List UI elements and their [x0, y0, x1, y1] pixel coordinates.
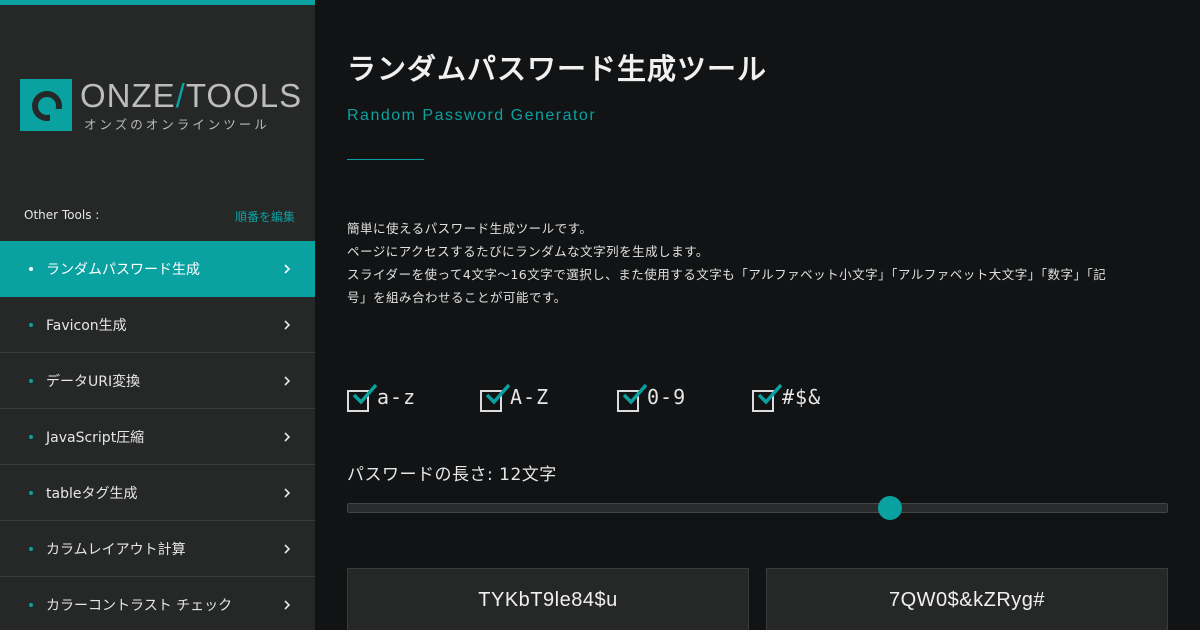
charset-options: a-z A-Z 0-9 #$& [347, 383, 947, 416]
description-line: スライダーを使って4文字〜16文字で選択し、また使用する文字も「アルファベット小… [347, 267, 1107, 282]
logo-icon [20, 79, 72, 131]
menu-item-color-contrast[interactable]: カラーコントラスト チェック [0, 577, 315, 630]
checkmark-icon [622, 383, 648, 405]
checkmark-icon [485, 383, 511, 405]
chevron-right-icon [284, 264, 291, 274]
generated-password[interactable]: TYKbT9le84$u [347, 568, 749, 630]
menu-item-favicon[interactable]: Favicon生成 [0, 297, 315, 353]
tool-menu: ランダムパスワード生成 Favicon生成 データURI変換 JavaScrip… [0, 241, 315, 630]
checkmark-icon [757, 383, 783, 405]
description-line: 簡単に使えるパスワード生成ツールです。 [347, 221, 593, 236]
description: 簡単に使えるパスワード生成ツールです。 ページにアクセスするたびにランダムな文字… [347, 217, 1177, 309]
checkbox-label: a-z [377, 385, 417, 409]
chevron-right-icon [284, 320, 291, 330]
description-line: 号」を組み合わせることが可能です。 [347, 290, 567, 305]
bullet-icon [29, 603, 33, 607]
checkmark-icon [352, 383, 378, 405]
brand-slash: / [175, 77, 186, 114]
chevron-right-icon [284, 544, 291, 554]
title-divider [347, 159, 424, 160]
password-length-slider[interactable] [347, 496, 1168, 520]
menu-item-random-password[interactable]: ランダムパスワード生成 [0, 241, 315, 297]
brand-logo[interactable]: ONZE/TOOLS オンズのオンラインツール [20, 77, 302, 137]
slider-thumb[interactable] [878, 496, 902, 520]
page-subtitle: Random Password Generator [347, 107, 597, 124]
bullet-icon [29, 323, 33, 327]
bullet-icon [29, 547, 33, 551]
page-title: ランダムパスワード生成ツール [347, 52, 768, 86]
password-length-label: パスワードの長さ: 12文字 [347, 465, 557, 485]
menu-item-table-tag[interactable]: tableタグ生成 [0, 465, 315, 521]
bullet-icon [29, 267, 33, 271]
menu-item-label: データURI変換 [46, 373, 141, 390]
menu-item-label: ランダムパスワード生成 [46, 261, 200, 278]
menu-item-label: カラムレイアウト計算 [46, 541, 186, 558]
bullet-icon [29, 491, 33, 495]
chevron-right-icon [284, 600, 291, 610]
chevron-right-icon [284, 432, 291, 442]
menu-item-label: tableタグ生成 [46, 485, 138, 502]
main-content: ランダムパスワード生成ツール Random Password Generator… [315, 0, 1200, 630]
menu-item-label: Favicon生成 [46, 317, 127, 334]
checkbox-label: #$& [782, 385, 822, 409]
menu-item-label: JavaScript圧縮 [46, 429, 145, 446]
menu-item-js-minify[interactable]: JavaScript圧縮 [0, 409, 315, 465]
checkbox-label: 0-9 [647, 385, 687, 409]
brand-name-left: ONZE [80, 77, 176, 114]
bullet-icon [29, 379, 33, 383]
edit-order-link[interactable]: 順番を編集 [235, 208, 295, 225]
generated-password[interactable]: 7QW0$&kZRyg# [766, 568, 1168, 630]
sidebar: ONZE/TOOLS オンズのオンラインツール Other Tools : 順番… [0, 0, 315, 630]
other-tools-label: Other Tools : [24, 208, 100, 222]
description-line: ページにアクセスするたびにランダムな文字列を生成します。 [347, 244, 709, 259]
brand-name: ONZE/TOOLS [80, 77, 302, 115]
menu-item-data-uri[interactable]: データURI変換 [0, 353, 315, 409]
checkbox-label: A-Z [510, 385, 550, 409]
brand-name-right: TOOLS [185, 77, 303, 114]
menu-item-column-layout[interactable]: カラムレイアウト計算 [0, 521, 315, 577]
menu-item-label: カラーコントラスト チェック [46, 597, 233, 614]
bullet-icon [29, 435, 33, 439]
brand-tagline: オンズのオンラインツール [84, 117, 270, 132]
chevron-right-icon [284, 376, 291, 386]
chevron-right-icon [284, 488, 291, 498]
